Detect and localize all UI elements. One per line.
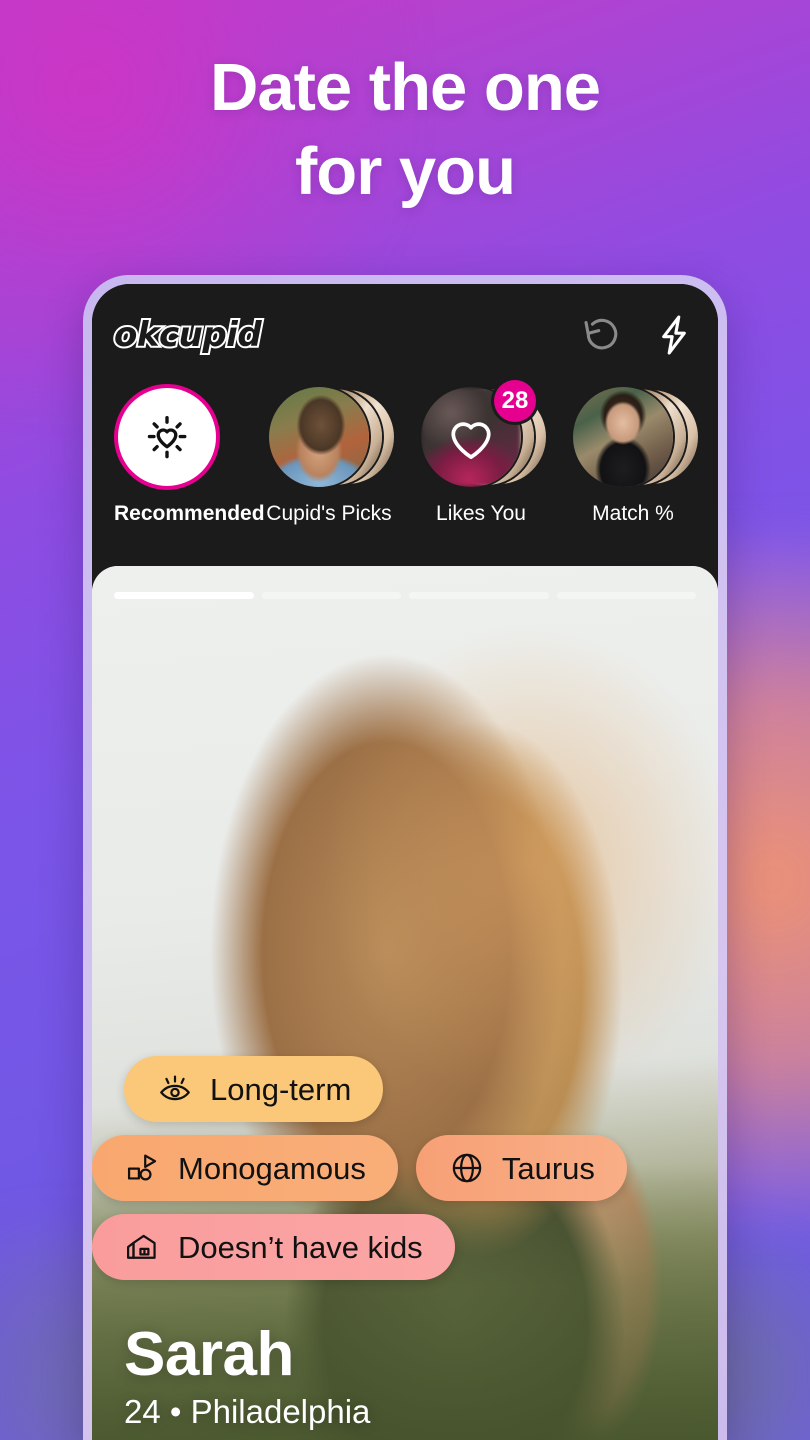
story-item-match-percent[interactable]: Match % [570, 384, 698, 548]
story-art [570, 384, 698, 490]
profile-age-location: 24 • Philadelphia [124, 1393, 371, 1430]
attribute-pill-label: Long-term [210, 1071, 352, 1107]
pill-row: Doesn’t have kids [92, 1214, 718, 1280]
okcupid-logo: okcupid [112, 313, 264, 357]
progress-segment[interactable] [261, 592, 401, 599]
heart-outline-icon [451, 422, 491, 459]
globe-icon [448, 1149, 486, 1187]
profile-photo[interactable] [92, 566, 718, 1440]
shining-heart-icon [147, 415, 187, 459]
avatar [269, 387, 369, 487]
eye-icon [156, 1070, 194, 1108]
phone-screen: okcupid Recommended Cupid's Picks 28 Lik… [92, 284, 718, 1440]
profile-name-block: Sarah 24 • Philadelphia [124, 1322, 370, 1431]
attribute-pill-kids[interactable]: Doesn’t have kids [92, 1214, 455, 1280]
story-label: Recommended [114, 502, 265, 525]
active-ring [114, 384, 220, 490]
rewind-icon[interactable] [580, 313, 624, 357]
shapes-icon [124, 1149, 162, 1187]
app-top-bar: okcupid [92, 284, 718, 376]
headline-line-2: for you [294, 134, 516, 209]
attribute-pill-long-term[interactable]: Long-term [124, 1056, 384, 1122]
progress-segment[interactable] [114, 592, 254, 599]
photo-progress-bar[interactable] [114, 592, 696, 599]
house-icon [124, 1228, 162, 1266]
lightning-bolt-icon[interactable] [652, 313, 696, 357]
story-art [114, 384, 240, 490]
attribute-pill-label: Monogamous [178, 1150, 366, 1186]
story-item-recommended[interactable]: Recommended [114, 384, 265, 548]
phone-mockup-frame: okcupid Recommended Cupid's Picks 28 Lik… [83, 275, 727, 1440]
profile-card[interactable]: Long-term Monogamous Taurus Doesn’t have… [92, 566, 718, 1440]
story-art [266, 384, 394, 490]
story-item-likes-you[interactable]: 28 Likes You [418, 380, 546, 548]
pill-row: Monogamous Taurus [92, 1135, 718, 1201]
avatar [573, 387, 673, 487]
likes-count-badge: 28 [494, 380, 536, 422]
story-label: Likes You [436, 502, 526, 525]
attribute-pill-label: Taurus [501, 1150, 595, 1186]
attribute-pill-area: Long-term Monogamous Taurus Doesn’t have… [92, 1056, 718, 1293]
profile-name: Sarah [124, 1319, 294, 1389]
headline-line-1: Date the one [209, 50, 601, 125]
progress-segment[interactable] [409, 592, 549, 599]
progress-segment[interactable] [556, 592, 696, 599]
story-item-cupids-picks[interactable]: Cupid's Picks [266, 384, 394, 548]
attribute-pill-label: Doesn’t have kids [178, 1229, 423, 1265]
pill-row: Long-term [92, 1056, 718, 1122]
attribute-pill-taurus[interactable]: Taurus [415, 1135, 627, 1201]
top-bar-actions [580, 313, 696, 357]
story-label: Cupid's Picks [266, 502, 392, 525]
hero-headline: Date the one for you [0, 46, 810, 214]
attribute-pill-monogamous[interactable]: Monogamous [92, 1135, 398, 1201]
story-carousel[interactable]: Recommended Cupid's Picks 28 Likes You M… [92, 376, 718, 566]
story-label: Match % [592, 502, 674, 525]
story-art: 28 [418, 380, 546, 490]
